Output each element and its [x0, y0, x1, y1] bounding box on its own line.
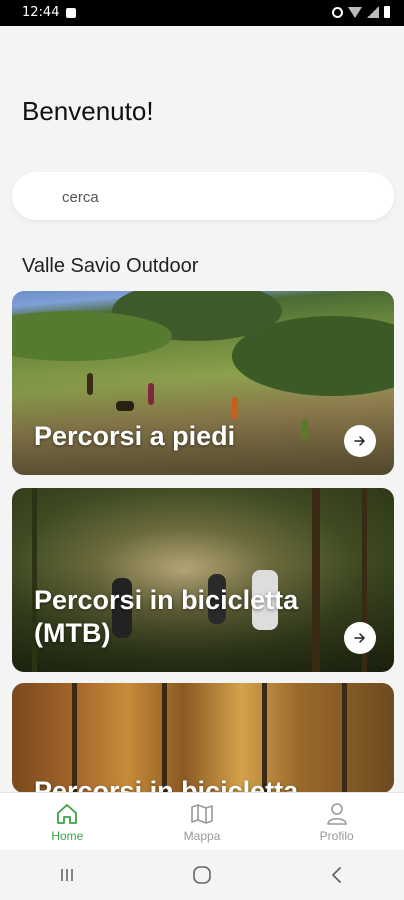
battery-icon: [384, 6, 390, 18]
bottom-nav: Home Mappa Profilo: [0, 792, 404, 851]
section-title: Valle Savio Outdoor: [22, 255, 199, 277]
card-percorsi-in-bicicletta-mtb[interactable]: Percorsi in bicicletta (MTB): [12, 488, 394, 672]
wifi-icon: [348, 6, 362, 18]
arrow-right-icon[interactable]: [344, 622, 376, 654]
home-icon: [57, 804, 78, 824]
notification-icon: [66, 8, 76, 18]
card-label: Percorsi in bicicletta (MTB): [34, 585, 299, 648]
dog-figure: [116, 401, 134, 411]
home-button-icon[interactable]: [191, 864, 213, 886]
hiker-figure: [302, 419, 308, 441]
tree-trunk: [342, 683, 347, 793]
search-input[interactable]: [60, 172, 364, 222]
nav-item-home[interactable]: Home: [0, 793, 135, 851]
recent-apps-icon[interactable]: [57, 865, 77, 885]
status-bar: 12:44: [0, 0, 404, 26]
nav-label: Mappa: [183, 829, 221, 843]
page-title: Benvenuto!: [22, 96, 154, 126]
map-icon: [191, 804, 213, 824]
nav-label: Profilo: [319, 829, 354, 843]
user-icon: [326, 803, 347, 825]
status-icons: [332, 6, 390, 18]
hiker-figure: [87, 373, 93, 395]
signal-icon: [367, 6, 379, 18]
alarm-icon: [332, 6, 343, 18]
arrow-right-icon[interactable]: [344, 425, 376, 457]
nav-label: Home: [51, 829, 84, 843]
card-percorsi-in-bicicletta[interactable]: Percorsi in bicicletta: [12, 683, 394, 793]
hiker-figure: [148, 383, 154, 405]
hiker-figure: [232, 397, 238, 419]
back-icon[interactable]: [327, 865, 347, 885]
card-label: Percorsi in bicicletta: [34, 776, 299, 793]
card-percorsi-a-piedi[interactable]: Percorsi a piedi: [12, 291, 394, 475]
nav-item-mappa[interactable]: Mappa: [135, 793, 270, 851]
status-time: 12:44: [22, 5, 60, 20]
system-nav-bar: [0, 850, 404, 900]
nav-item-profilo[interactable]: Profilo: [269, 793, 404, 851]
search-bar[interactable]: [12, 172, 394, 222]
card-label: Percorsi a piedi: [34, 421, 236, 451]
